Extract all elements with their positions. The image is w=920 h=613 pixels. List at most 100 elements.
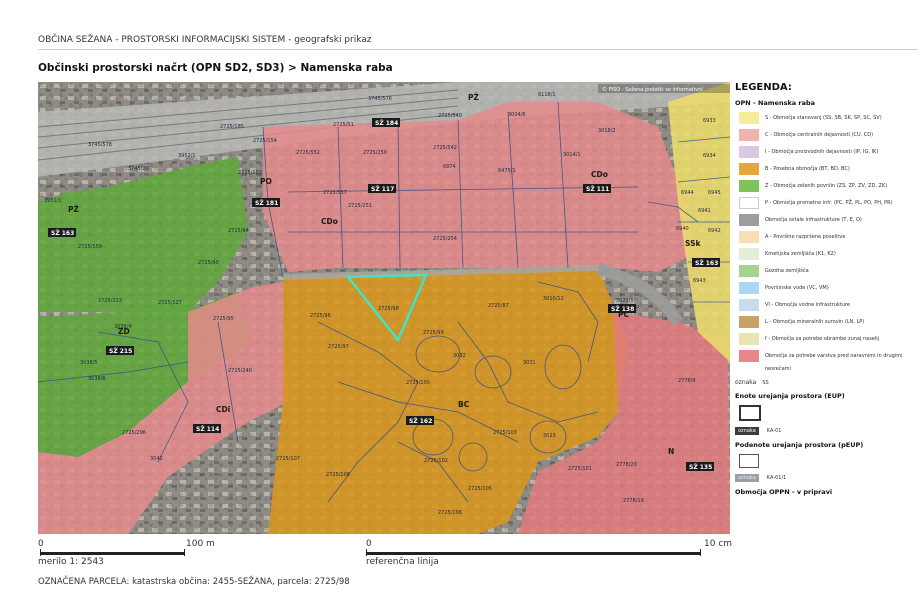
zone-label: SSk <box>685 239 701 248</box>
svg-text:6943: 6943 <box>693 278 706 284</box>
svg-text:3745/576: 3745/576 <box>368 96 392 102</box>
svg-text:2778/19: 2778/19 <box>623 498 644 504</box>
legend-label: Območja za potrebe varstva pred naravnim… <box>765 353 903 372</box>
svg-text:2725/185: 2725/185 <box>220 124 244 130</box>
legend-item: S - Območja stanovanj (SS, SB, SK, SP, S… <box>735 112 920 126</box>
svg-text:3010/12: 3010/12 <box>543 296 564 302</box>
sz-badge: SŽ 184 <box>372 118 400 127</box>
svg-text:2725/557: 2725/557 <box>323 190 347 196</box>
scale-bar-reference <box>366 552 701 555</box>
svg-text:2725/240: 2725/240 <box>228 368 252 374</box>
svg-text:3951/1: 3951/1 <box>44 198 62 204</box>
legend-swatch <box>739 231 759 243</box>
zone-label: PŽ <box>68 205 79 214</box>
legend-swatch <box>739 350 759 362</box>
legend-item: Površinske vode (VC, VM) <box>735 282 920 296</box>
legend-item: Območja za potrebe varstva pred naravnim… <box>735 350 920 376</box>
svg-text:SŽ 163: SŽ 163 <box>695 259 718 267</box>
legend-peup-box <box>739 454 759 468</box>
svg-text:2725/540: 2725/540 <box>438 113 462 119</box>
svg-text:3042: 3042 <box>150 456 163 462</box>
legend-label: C - Območja centralnih dejavnosti (CU, C… <box>765 132 874 138</box>
svg-text:2725/98: 2725/98 <box>378 306 399 312</box>
svg-text:2778/9: 2778/9 <box>678 378 696 384</box>
zone-label: BC <box>458 400 470 409</box>
sz-badge: SŽ 117 <box>368 184 396 193</box>
svg-text:3038/5: 3038/5 <box>80 360 98 366</box>
scale-left-zero: 0 <box>38 539 44 549</box>
legend-oznaka-label: oznaka <box>735 379 757 386</box>
svg-text:2778/20: 2778/20 <box>616 462 637 468</box>
legend-label: I - Območja proizvodnih dejavnosti (IP, … <box>765 149 879 155</box>
svg-text:2725/154: 2725/154 <box>253 138 277 144</box>
svg-text:2725/95: 2725/95 <box>213 316 234 322</box>
sz-badge: SŽ 138 <box>608 304 636 313</box>
map-canvas[interactable]: © PISO - Sežana podatki so informativni … <box>38 82 730 534</box>
legend-oznaka: oznaka SS <box>735 379 920 386</box>
svg-text:6118/1: 6118/1 <box>538 92 556 98</box>
legend-item: P - Območja prometne infr. (PC, PŽ, PL, … <box>735 197 920 211</box>
svg-text:3745/578: 3745/578 <box>88 142 112 148</box>
sz-badge: SŽ 114 <box>193 424 221 433</box>
svg-text:SŽ 114: SŽ 114 <box>196 425 219 433</box>
svg-text:2725/51: 2725/51 <box>333 122 354 128</box>
legend-section-title: OPN - Namenska raba <box>735 99 816 107</box>
legend-label: Območja ostale infrastrukture (T, E, O) <box>765 217 862 223</box>
svg-text:2725/250: 2725/250 <box>363 150 387 156</box>
svg-text:SŽ 138: SŽ 138 <box>611 305 634 313</box>
svg-text:2725/127: 2725/127 <box>158 300 182 306</box>
legend-peup-code: KA-01/1 <box>766 475 787 481</box>
legend-item: Z - Območja zelenih površin (ZS, ZP, ZV,… <box>735 180 920 194</box>
svg-text:SŽ 181: SŽ 181 <box>255 199 278 207</box>
zone-label: CDo <box>321 217 338 226</box>
app-title: OBČINA SEŽANA - PROSTORSKI INFORMACIJSKI… <box>38 35 372 45</box>
svg-text:6945: 6945 <box>708 190 721 196</box>
legend-eup-chip: oznaka <box>735 427 759 435</box>
legend-item: Kmetijska zemljišča (K1, K2) <box>735 248 920 262</box>
svg-text:3031: 3031 <box>523 360 536 366</box>
map-view[interactable]: © PISO - Sežana podatki so informativni … <box>38 82 730 534</box>
scale-right-zero: 0 <box>366 539 372 549</box>
map-title: Občinski prostorski načrt (OPN SD2, SD3)… <box>38 62 393 74</box>
svg-text:2725/90: 2725/90 <box>198 260 219 266</box>
scale-right-end: 10 cm <box>704 539 733 549</box>
svg-text:2725/542: 2725/542 <box>433 145 457 151</box>
legend-item: A - Površine razpršene poselitve <box>735 231 920 245</box>
legend-eup-box <box>739 405 761 421</box>
svg-text:6934: 6934 <box>703 153 716 159</box>
legend-item: VI - Območja vodne infrastrukture <box>735 299 920 313</box>
legend-swatch <box>739 129 759 141</box>
legend-item: Območja ostale infrastrukture (T, E, O) <box>735 214 920 228</box>
legend-swatch <box>739 112 759 124</box>
svg-text:2725/251: 2725/251 <box>348 203 372 209</box>
svg-text:2725/101: 2725/101 <box>568 466 592 472</box>
legend-peup-title: Podenote urejanja prostora (pEUP) <box>735 441 864 449</box>
svg-text:2725/552: 2725/552 <box>296 150 320 156</box>
legend-label: Gozdna zemljišča <box>765 268 809 274</box>
svg-text:3038/4: 3038/4 <box>114 324 132 330</box>
legend-swatch <box>739 299 759 311</box>
legend-peup-chip: oznaka <box>735 474 759 482</box>
scale-right-tick-end <box>700 549 701 556</box>
legend-label: VI - Območja vodne infrastrukture <box>765 302 851 308</box>
scale-left-tick-end <box>184 549 185 556</box>
svg-text:3032: 3032 <box>453 353 466 359</box>
legend-swatch <box>739 180 759 192</box>
legend-item: B - Posebna območja (BT, BD, BC) <box>735 163 920 177</box>
legend-item: L - Območja mineralnih surovin (LN, LP) <box>735 316 920 330</box>
svg-text:6942: 6942 <box>708 228 721 234</box>
svg-text:6475/1: 6475/1 <box>498 168 516 174</box>
svg-text:6940: 6940 <box>676 226 689 232</box>
legend-label: Površinske vode (VC, VM) <box>765 285 829 291</box>
legend-swatch <box>739 248 759 260</box>
svg-text:2725/223: 2725/223 <box>98 298 122 304</box>
legend-swatch <box>739 282 759 294</box>
svg-text:2725/254: 2725/254 <box>433 236 457 242</box>
sz-badge: SŽ 162 <box>406 416 434 425</box>
legend-label: Kmetijska zemljišča (K1, K2) <box>765 251 836 257</box>
legend-label: A - Površine razpršene poselitve <box>765 234 846 240</box>
svg-text:2725/105: 2725/105 <box>468 486 492 492</box>
svg-text:2725/87: 2725/87 <box>488 303 509 309</box>
svg-text:2725/106: 2725/106 <box>438 510 462 516</box>
zone-label: CDi <box>216 405 230 414</box>
